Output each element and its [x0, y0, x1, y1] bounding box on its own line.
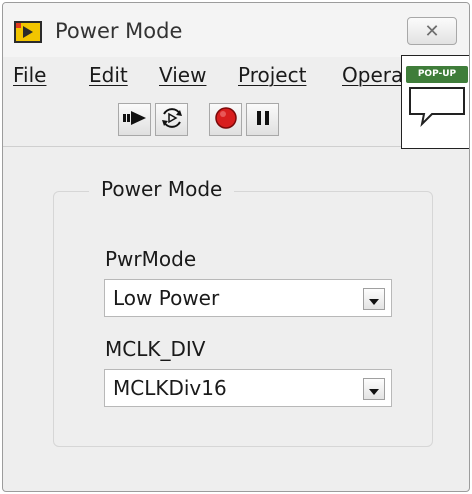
run-arrow-icon — [122, 108, 148, 132]
pwrmode-label: PwrMode — [105, 247, 197, 271]
abort-icon — [214, 106, 238, 134]
vi-window: Power Mode ✕ File Edit View Project Oper… — [2, 2, 470, 492]
title-bar[interactable]: Power Mode ✕ — [3, 3, 469, 57]
popup-label: POP-UP — [406, 66, 468, 83]
abort-button[interactable] — [209, 103, 242, 136]
labview-vi-icon — [13, 20, 43, 44]
menu-view[interactable]: View — [159, 63, 206, 87]
group-title: Power Mode — [89, 177, 235, 201]
close-button[interactable]: ✕ — [407, 17, 457, 45]
menu-file[interactable]: File — [13, 63, 46, 87]
run-continuously-button[interactable] — [155, 103, 188, 136]
power-mode-group — [53, 191, 433, 447]
run-button[interactable] — [118, 103, 151, 136]
pause-button[interactable] — [246, 103, 279, 136]
mclk-div-dropdown-button[interactable] — [363, 378, 385, 400]
menu-bar: File Edit View Project Opera — [3, 57, 469, 95]
pwrmode-value: Low Power — [113, 286, 220, 310]
close-icon: ✕ — [424, 20, 440, 42]
pwrmode-select[interactable]: Low Power — [104, 279, 392, 317]
pause-icon — [254, 109, 272, 131]
mclk-div-select[interactable]: MCLKDiv16 — [104, 369, 392, 407]
window-title: Power Mode — [55, 19, 183, 43]
mclk-div-label: MCLK_DIV — [105, 337, 206, 361]
menu-project[interactable]: Project — [238, 63, 306, 87]
toolbar — [3, 95, 469, 145]
menu-edit[interactable]: Edit — [89, 63, 128, 87]
toolbar-divider — [3, 146, 469, 147]
popup-vi-icon: POP-UP — [401, 55, 469, 149]
mclk-div-value: MCLKDiv16 — [113, 376, 227, 400]
menu-operate[interactable]: Opera — [342, 63, 403, 87]
chevron-down-icon — [369, 380, 379, 399]
pwrmode-dropdown-button[interactable] — [363, 288, 385, 310]
chevron-down-icon — [369, 290, 379, 309]
speech-bubble-icon — [408, 86, 466, 132]
run-continuously-icon — [159, 105, 185, 135]
